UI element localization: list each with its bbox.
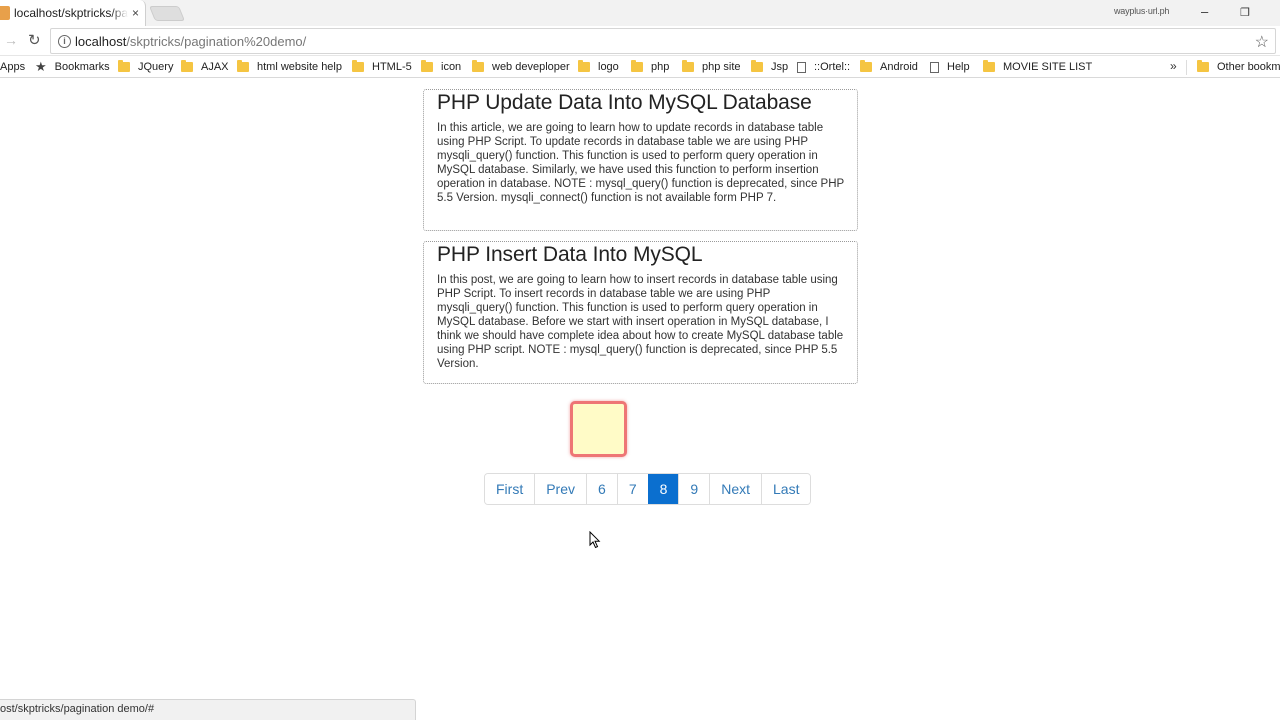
new-tab-button[interactable] [148,6,186,21]
article-body: In this article, we are going to learn h… [437,122,844,204]
folder-icon [421,60,433,72]
bookmark-label: logo [598,61,619,73]
bookmark-apps[interactable]: Apps [0,59,25,75]
page-7[interactable]: 7 [616,474,648,504]
url-text[interactable]: localhost/skptricks/pagination%20demo/ [75,34,306,49]
bookmark-bookmarks[interactable]: ★ Bookmarks [35,59,110,75]
profile-name[interactable]: wayplus·url.ph [1114,6,1169,16]
url-path: /skptricks/pagination%20demo/ [126,34,307,49]
address-bar[interactable]: i localhost/skptricks/pagination%20demo/… [50,28,1276,54]
tab-title: localhost/skptricks/pagin [14,6,128,20]
page-first[interactable]: First [485,474,535,504]
page-prev[interactable]: Prev [534,474,587,504]
bookmark-star-icon[interactable]: ☆ [1255,32,1269,52]
bookmark-html5[interactable]: HTML-5 [352,59,412,75]
bookmark-other[interactable]: Other bookmarks [1197,59,1280,75]
bookmark-jquery[interactable]: JQuery [118,59,173,75]
restore-button[interactable]: ❐ [1240,6,1250,19]
bookmark-label: MOVIE SITE LIST [1003,61,1093,73]
folder-icon [860,60,872,72]
folder-icon [631,60,643,72]
bookmark-label: web deveploper [492,61,570,73]
page-icon [797,61,806,73]
bookmark-movie-site-list[interactable]: MOVIE SITE LIST [983,59,1092,75]
folder-icon [751,60,763,72]
bookmark-ortel[interactable]: ::Ortel:: [797,59,850,75]
article-card: PHP Update Data Into MySQL Database In t… [423,89,858,231]
bookmark-label: ::Ortel:: [814,61,851,73]
browser-tab[interactable]: localhost/skptricks/pagin × [0,0,146,26]
article-body: In this post, we are going to learn how … [437,274,844,370]
page-icon [930,61,939,73]
folder-icon [578,60,590,72]
bookmark-label: AJAX [201,61,229,73]
bookmark-label: icon [441,61,462,73]
favicon-icon [0,6,10,20]
url-host: localhost [75,34,127,49]
bookmarks-divider [1186,60,1187,75]
bookmark-label: php site [702,61,741,73]
bookmark-logo[interactable]: logo [578,59,619,75]
bookmark-label: Jsp [771,61,789,73]
bookmark-label: html website help [257,61,342,73]
bookmark-icon[interactable]: icon [421,59,461,75]
folder-icon [983,60,995,72]
page-9[interactable]: 9 [678,474,710,504]
bookmark-label: Other bookmarks [1217,61,1280,73]
bookmark-help[interactable]: Help [930,59,970,75]
pagination: First Prev 6 7 8 9 Next Last [484,473,812,505]
bookmark-php[interactable]: php [631,59,669,75]
minimize-button[interactable]: – [1201,4,1208,19]
article-card: PHP Insert Data Into MySQL In this post,… [423,241,858,384]
folder-icon [237,60,249,72]
mouse-cursor-icon [589,531,601,549]
article-title[interactable]: PHP Insert Data Into MySQL [437,243,844,267]
folder-icon [118,60,130,72]
bookmark-label: JQuery [138,61,174,73]
folder-icon [682,60,694,72]
bookmark-label: Android [880,61,918,73]
folder-icon [181,60,193,72]
bookmark-label: php [651,61,670,73]
bookmark-label: Bookmarks [54,61,110,73]
bookmark-android[interactable]: Android [860,59,918,75]
page-last[interactable]: Last [761,474,811,504]
bookmark-jsp[interactable]: Jsp [751,59,788,75]
bookmark-ajax[interactable]: AJAX [181,59,229,75]
bookmark-php-site[interactable]: php site [682,59,741,75]
status-url: ost/skptricks/pagination demo/# [0,703,155,715]
bookmark-html-website-help[interactable]: html website help [237,59,342,75]
bookmark-label: Apps [0,61,26,73]
article-title[interactable]: PHP Update Data Into MySQL Database [437,91,844,115]
bookmark-web-deveploper[interactable]: web deveploper [472,59,570,75]
browser-titlebar: localhost/skptricks/pagin × wayplus·url.… [0,0,1280,26]
page-8-active[interactable]: 8 [647,474,679,504]
page-next[interactable]: Next [709,474,761,504]
loading-spinner [570,401,627,457]
status-bar: ost/skptricks/pagination demo/# [0,699,416,720]
folder-icon [352,60,364,72]
forward-arrow-icon[interactable]: → [4,32,18,48]
bookmark-label: HTML-5 [372,61,412,73]
star-icon: ★ [35,59,47,74]
bookmarks-bar: Apps ★ Bookmarks JQuery AJAX html website… [0,57,1280,78]
folder-icon [1197,60,1209,72]
info-icon[interactable]: i [58,35,71,48]
page-6[interactable]: 6 [586,474,617,504]
browser-toolbar: → ↻ i localhost/skptricks/pagination%20d… [0,26,1280,56]
bookmarks-overflow-icon[interactable]: » [1170,59,1177,73]
folder-icon [472,60,484,72]
bookmark-label: Help [947,61,970,73]
tab-close-icon[interactable]: × [132,6,139,20]
reload-icon[interactable]: ↻ [28,31,41,49]
